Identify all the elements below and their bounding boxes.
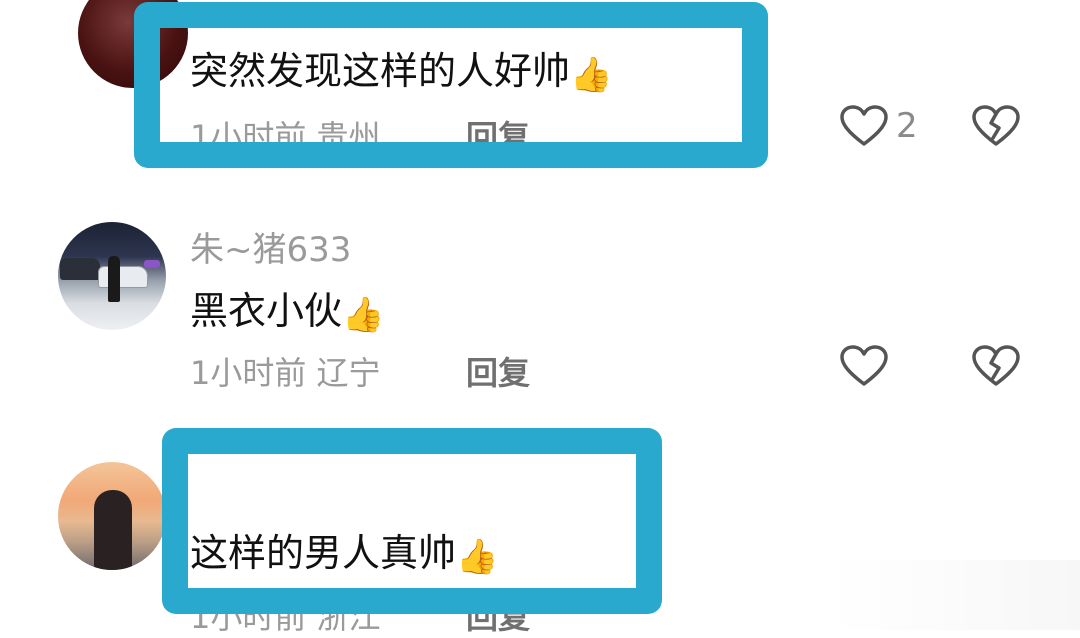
highlight-box xyxy=(134,2,768,168)
comment-meta: 1小时前 辽宁 xyxy=(190,348,381,394)
background-fade xyxy=(830,560,1080,630)
person-shape xyxy=(108,256,120,302)
light-shape xyxy=(144,260,160,268)
heart-outline-icon[interactable] xyxy=(838,344,890,388)
comment-location: 辽宁 xyxy=(316,354,381,392)
thumbs-up-emoji: 👍 xyxy=(342,295,385,335)
person-shape xyxy=(94,490,132,570)
avatar[interactable] xyxy=(58,222,166,330)
username[interactable]: 朱~猪633 xyxy=(190,222,351,271)
broken-heart-icon[interactable] xyxy=(970,344,1022,388)
car-shape xyxy=(60,258,100,280)
comment-text: 黑衣小伙👍 xyxy=(190,280,384,335)
reply-button[interactable]: 回复 xyxy=(466,348,530,394)
comment-content: 黑衣小伙 xyxy=(190,289,343,333)
broken-heart-icon[interactable] xyxy=(970,104,1022,148)
like-count: 2 xyxy=(896,106,918,146)
highlight-box xyxy=(162,428,662,614)
avatar[interactable] xyxy=(58,462,166,570)
comment-time: 1小时前 xyxy=(190,354,307,392)
heart-outline-icon[interactable] xyxy=(838,104,890,148)
car-shape xyxy=(98,266,148,288)
